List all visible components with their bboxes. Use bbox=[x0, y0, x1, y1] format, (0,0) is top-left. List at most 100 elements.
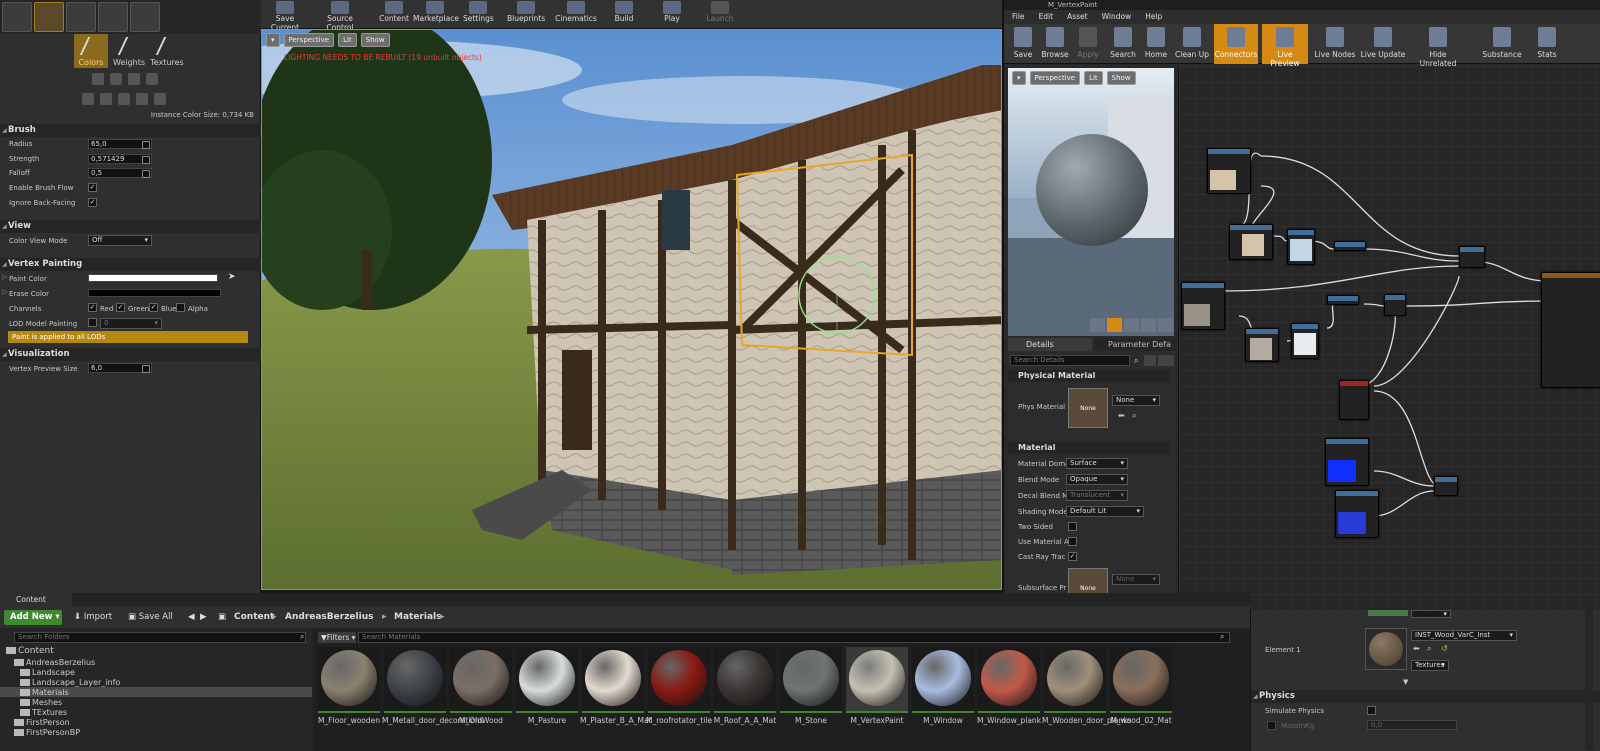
material-graph[interactable] bbox=[1178, 66, 1600, 610]
material-domain-select[interactable]: Surface bbox=[1066, 458, 1128, 469]
shading-mode-select[interactable]: Default Lit bbox=[1066, 506, 1144, 517]
asset-tile[interactable] bbox=[648, 647, 710, 713]
strength-field[interactable]: 0,571429 bbox=[88, 154, 152, 164]
color-view-mode-select[interactable]: Off bbox=[88, 235, 152, 246]
preview-options-button[interactable]: ▾ bbox=[1012, 71, 1026, 85]
place-mode-icon[interactable] bbox=[2, 2, 32, 32]
settings-button[interactable]: Settings bbox=[463, 0, 494, 29]
material-preview-viewport[interactable]: ▾ Perspective Lit Show bbox=[1008, 68, 1174, 336]
back-arrow-icon[interactable]: ⬅ bbox=[1118, 411, 1125, 420]
menu-help[interactable]: Help bbox=[1145, 10, 1162, 24]
me-live-preview-button[interactable]: Live Preview bbox=[1262, 24, 1308, 68]
remove-icon[interactable] bbox=[118, 93, 130, 105]
launch-button[interactable]: Launch bbox=[705, 0, 735, 29]
blend-mode-select[interactable]: Opaque bbox=[1066, 474, 1128, 485]
tree-item-firstpersonbp[interactable]: FirstPersonBP bbox=[14, 728, 80, 737]
me-cleanup-button[interactable]: Clean Up bbox=[1172, 24, 1212, 64]
preview-lit-button[interactable]: Lit bbox=[1084, 71, 1103, 85]
save-current-button[interactable]: Save Current bbox=[263, 0, 307, 32]
sphere-icon[interactable] bbox=[1107, 318, 1122, 332]
material-select[interactable]: INST_Wood_VarC_Inst bbox=[1411, 630, 1517, 641]
menu-file[interactable]: File bbox=[1012, 10, 1025, 24]
forward-arrow-icon[interactable]: ▶ bbox=[200, 610, 207, 625]
physics-section-header[interactable]: Physics bbox=[1251, 690, 1600, 703]
mass-override-checkbox[interactable]: ✓ bbox=[1267, 721, 1276, 730]
vertex-preview-size-field[interactable]: 6,0 bbox=[88, 363, 152, 373]
add-new-button[interactable]: Add New ▾ bbox=[4, 610, 62, 625]
lerp-node-5[interactable] bbox=[1434, 476, 1458, 496]
play-button[interactable]: Play bbox=[661, 0, 683, 29]
multiply-node-2[interactable] bbox=[1334, 241, 1366, 251]
paint-color-swatch[interactable] bbox=[88, 274, 218, 282]
breadcrumb-content[interactable]: Content bbox=[234, 610, 274, 625]
green-channel-checkbox[interactable]: ✓ bbox=[116, 303, 125, 312]
details-search-input[interactable]: Search Details bbox=[1010, 355, 1130, 366]
tree-item-landscape-layer-info[interactable]: Landscape_Layer_info bbox=[20, 678, 120, 687]
decal-blend-select[interactable]: Translucent bbox=[1066, 490, 1128, 501]
fix-icon[interactable] bbox=[136, 93, 148, 105]
visualization-section-header[interactable]: Visualization bbox=[0, 348, 261, 361]
asset-tile[interactable] bbox=[318, 647, 380, 713]
reset-arrow-icon[interactable]: ➤ bbox=[228, 272, 236, 282]
textures-select[interactable]: Textures bbox=[1411, 660, 1449, 671]
texture-sample-node-2[interactable] bbox=[1181, 282, 1225, 330]
enable-flow-checkbox[interactable]: ✓ bbox=[88, 183, 97, 192]
me-browse-button[interactable]: Browse bbox=[1040, 24, 1070, 64]
expand-arrow-icon[interactable]: ▷ bbox=[2, 273, 7, 281]
me-connectors-button[interactable]: Connectors bbox=[1214, 24, 1258, 64]
teapot-icon[interactable] bbox=[1158, 318, 1173, 332]
paste-icon[interactable] bbox=[100, 93, 112, 105]
eye-icon[interactable] bbox=[1158, 355, 1174, 366]
preview-perspective-button[interactable]: Perspective bbox=[1029, 71, 1081, 85]
blue-channel-checkbox[interactable]: ✓ bbox=[149, 303, 158, 312]
search-icon[interactable]: ⌕ bbox=[1132, 411, 1136, 421]
landscape-mode-icon[interactable] bbox=[66, 2, 96, 32]
details-tab[interactable]: Details bbox=[1008, 338, 1092, 351]
menu-asset[interactable]: Asset bbox=[1067, 10, 1088, 24]
texture-sample-node-4[interactable] bbox=[1335, 490, 1379, 538]
lerp-node-3[interactable] bbox=[1291, 323, 1319, 359]
previous-textures-select[interactable] bbox=[1411, 610, 1451, 618]
tree-item-landscape[interactable]: Landscape bbox=[20, 668, 75, 677]
tree-item-meshes[interactable]: Meshes bbox=[20, 698, 62, 707]
save-all-button[interactable]: ▣ Save All bbox=[128, 610, 173, 625]
asset-tile[interactable] bbox=[384, 647, 446, 713]
plane-icon[interactable] bbox=[1124, 318, 1139, 332]
me-substance-button[interactable]: Substance bbox=[1478, 24, 1526, 64]
falloff-field[interactable]: 0,5 bbox=[88, 168, 152, 178]
me-apply-button[interactable]: Apply bbox=[1074, 24, 1102, 64]
use-material-attributes-checkbox[interactable]: ✓ bbox=[1068, 537, 1077, 546]
build-button[interactable]: Build bbox=[613, 0, 635, 29]
grid-view-icon[interactable] bbox=[1144, 355, 1156, 366]
lerp-node[interactable] bbox=[1287, 229, 1315, 265]
cinematics-button[interactable]: Cinematics bbox=[555, 0, 597, 29]
import-button[interactable]: ⬇ Import bbox=[74, 610, 112, 625]
blueprints-button[interactable]: Blueprints bbox=[507, 0, 545, 29]
level-viewport[interactable]: ▾ Perspective Lit Show LIGHTING NEEDS TO… bbox=[261, 29, 1002, 590]
tree-item-andreasberzelius[interactable]: AndreasBerzelius bbox=[14, 658, 95, 667]
tree-item-textures[interactable]: TExtures bbox=[20, 708, 67, 717]
perspective-button[interactable]: Perspective bbox=[283, 33, 335, 47]
paint-mode-icon[interactable] bbox=[34, 2, 64, 32]
physical-material-section-header[interactable]: Physical Material bbox=[1008, 370, 1170, 382]
me-save-button[interactable]: Save bbox=[1008, 24, 1038, 64]
search-materials-input[interactable]: Search Materials bbox=[358, 632, 1230, 643]
copy-icon[interactable] bbox=[146, 73, 158, 85]
phys-material-select[interactable]: None bbox=[1112, 395, 1160, 406]
expand-arrow-icon[interactable]: ▷ bbox=[2, 288, 7, 296]
cube-icon[interactable] bbox=[1141, 318, 1156, 332]
back-arrow-icon[interactable]: ⬅ bbox=[1413, 644, 1420, 653]
asset-tile[interactable] bbox=[714, 647, 776, 713]
tab-textures[interactable]: Textures bbox=[150, 34, 184, 68]
me-hide-unrelated-button[interactable]: Hide Unrelated bbox=[1410, 24, 1466, 68]
filters-button[interactable]: ▼Filters ▾ bbox=[318, 632, 356, 643]
brush-section-header[interactable]: Brush bbox=[0, 124, 261, 137]
apply-icon[interactable] bbox=[154, 93, 166, 105]
preview-show-button[interactable]: Show bbox=[1106, 71, 1136, 85]
me-live-nodes-button[interactable]: Live Nodes bbox=[1312, 24, 1358, 64]
mass-field[interactable]: 0,0 bbox=[1367, 720, 1457, 730]
ignore-backfacing-checkbox[interactable]: ✓ bbox=[88, 198, 97, 207]
cast-ray-traced-checkbox[interactable]: ✓ bbox=[1068, 552, 1077, 561]
tab-colors[interactable]: Colors bbox=[74, 34, 108, 68]
red-channel-checkbox[interactable]: ✓ bbox=[88, 303, 97, 312]
